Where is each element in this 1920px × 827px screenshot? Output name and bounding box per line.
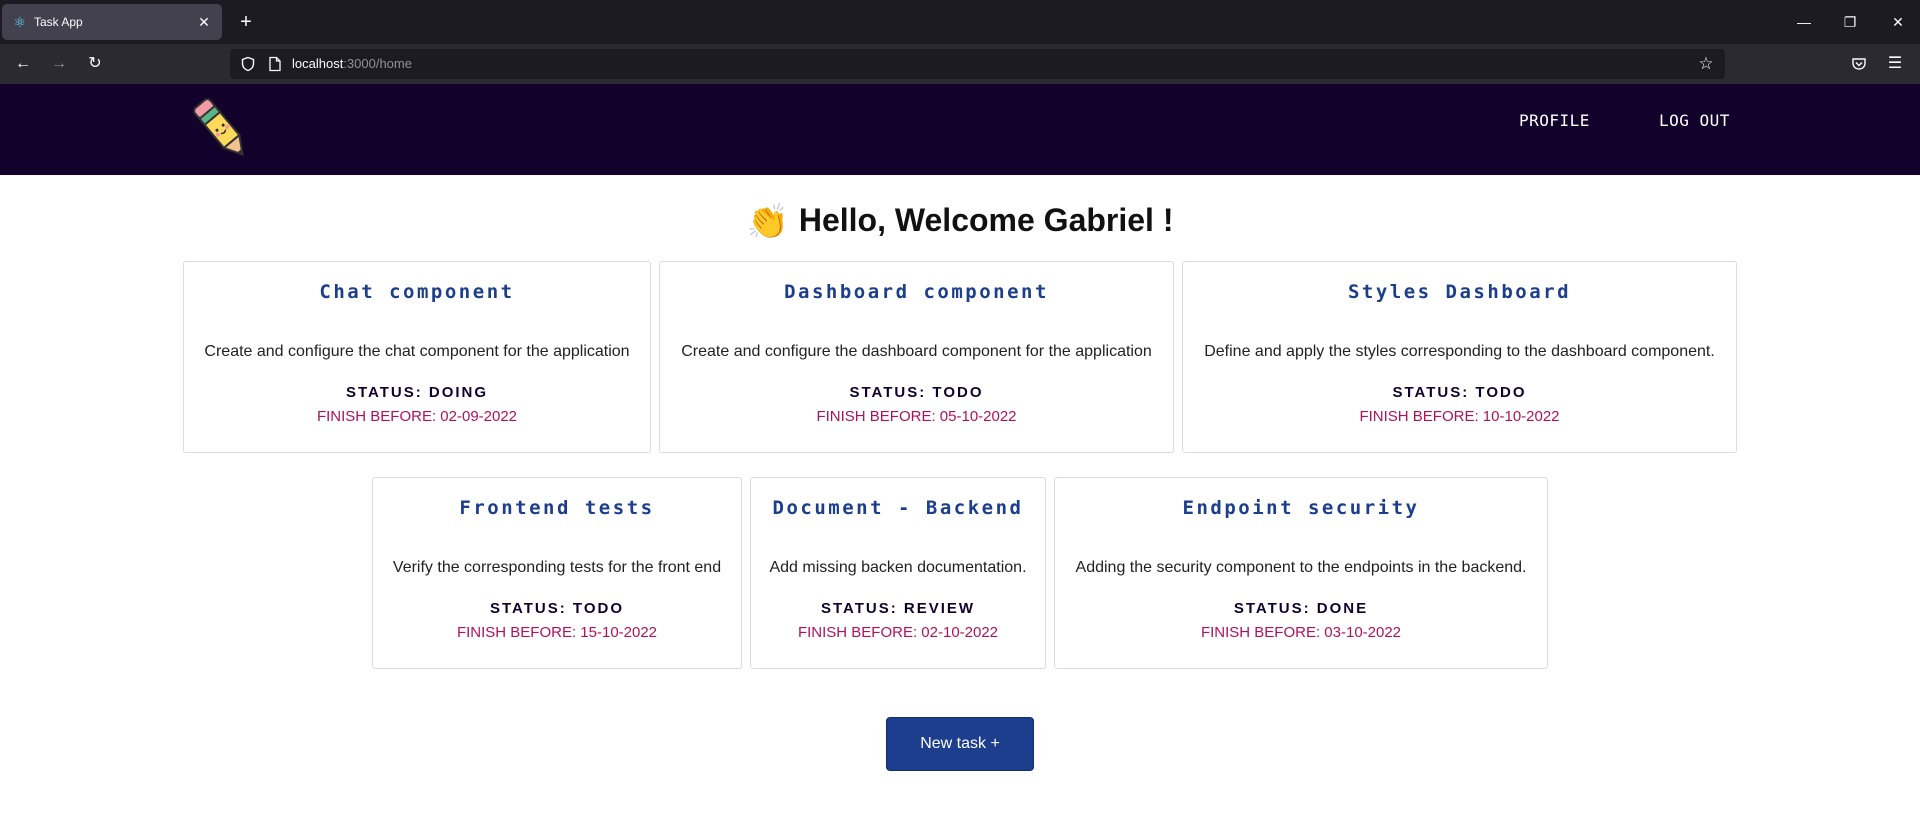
back-icon[interactable]: ←	[10, 51, 36, 77]
task-title: Document - Backend	[772, 497, 1024, 519]
app-header: PROFILE LOG OUT	[0, 84, 1920, 175]
clapping-hands-icon: 👏	[746, 203, 789, 241]
task-status: STATUS: TODO	[1392, 384, 1527, 401]
tab-close-icon[interactable]: ✕	[194, 12, 214, 32]
task-description: Verify the corresponding tests for the f…	[392, 559, 722, 576]
task-status: STATUS: REVIEW	[820, 600, 976, 617]
new-task-button[interactable]: New task +	[886, 717, 1034, 771]
tab-title: Task App	[34, 15, 83, 29]
task-title: Chat component	[319, 281, 515, 303]
task-description: Define and apply the styles correspondin…	[1204, 343, 1715, 360]
task-card[interactable]: Chat component Create and configure the …	[183, 261, 651, 453]
profile-link[interactable]: PROFILE	[1519, 111, 1590, 131]
browser-tabbar: ⚛ Task App ✕ + — ❐ ✕	[0, 0, 1920, 44]
url-text: localhost:3000/home	[292, 56, 412, 71]
react-icon: ⚛	[13, 14, 27, 30]
task-description: Create and configure the chat component …	[204, 343, 630, 360]
task-title: Frontend tests	[459, 497, 655, 519]
task-card[interactable]: Document - Backend Add missing backen do…	[750, 477, 1046, 669]
task-title: Styles Dashboard	[1347, 281, 1572, 303]
task-finish-date: FINISH BEFORE: 10-10-2022	[1359, 408, 1560, 425]
task-status: STATUS: TODO	[490, 600, 624, 617]
task-finish-date: FINISH BEFORE: 15-10-2022	[456, 624, 658, 641]
pencil-logo-icon[interactable]	[190, 94, 254, 166]
page-icon	[269, 56, 281, 72]
bookmark-star-icon[interactable]: ☆	[1695, 53, 1717, 75]
task-card[interactable]: Endpoint security Adding the security co…	[1054, 477, 1548, 669]
task-card[interactable]: Dashboard component Create and configure…	[659, 261, 1174, 453]
welcome-text: Hello, Welcome Gabriel !	[798, 202, 1174, 238]
address-bar[interactable]: localhost:3000/home ☆	[230, 49, 1725, 79]
task-finish-date: FINISH BEFORE: 02-09-2022	[316, 408, 518, 425]
browser-navbar: ← → ↻ localhost:3000/home ☆ ☰	[0, 44, 1920, 84]
shield-icon	[241, 56, 255, 72]
minimize-icon[interactable]: —	[1790, 8, 1818, 36]
task-card[interactable]: Frontend tests Verify the corresponding …	[372, 477, 742, 669]
task-card[interactable]: Styles Dashboard Define and apply the st…	[1182, 261, 1737, 453]
close-window-icon[interactable]: ✕	[1884, 8, 1912, 36]
menu-icon[interactable]: ☰	[1882, 51, 1908, 77]
logout-link[interactable]: LOG OUT	[1659, 111, 1730, 131]
task-title: Dashboard component	[784, 281, 1049, 303]
task-status: STATUS: DOING	[345, 384, 489, 401]
task-description: Create and configure the dashboard compo…	[681, 343, 1152, 360]
reload-icon[interactable]: ↻	[82, 51, 108, 77]
forward-icon[interactable]: →	[46, 51, 72, 77]
task-title: Endpoint security	[1182, 497, 1420, 519]
task-status: STATUS: DONE	[1233, 600, 1369, 617]
task-status: STATUS: TODO	[849, 384, 984, 401]
welcome-heading: 👏 Hello, Welcome Gabriel !	[0, 196, 1920, 246]
task-finish-date: FINISH BEFORE: 02-10-2022	[797, 624, 999, 641]
browser-tab[interactable]: ⚛ Task App ✕	[2, 4, 222, 40]
task-description: Adding the security component to the end…	[1075, 559, 1527, 576]
task-finish-date: FINISH BEFORE: 05-10-2022	[816, 408, 1017, 425]
pocket-icon[interactable]	[1846, 51, 1872, 77]
task-description: Add missing backen documentation.	[769, 559, 1027, 576]
task-finish-date: FINISH BEFORE: 03-10-2022	[1200, 624, 1402, 641]
new-tab-icon[interactable]: +	[234, 10, 258, 34]
restore-icon[interactable]: ❐	[1836, 8, 1864, 36]
